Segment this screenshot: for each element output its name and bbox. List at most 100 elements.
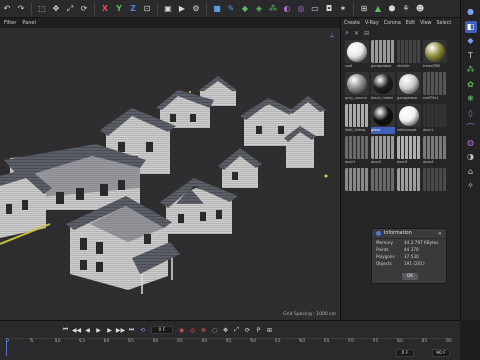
pos-key-icon[interactable]: ✥ [221, 326, 230, 335]
material-swatch[interactable]: shutter [397, 40, 421, 70]
pla-key-icon[interactable]: ⊞ [265, 326, 274, 335]
autokey-icon[interactable]: ◎ [188, 326, 197, 335]
close-icon[interactable]: × [438, 231, 442, 237]
grid-icon[interactable]: ⊞ [359, 3, 370, 14]
menu-panel[interactable]: Panel [22, 20, 36, 26]
field-icon[interactable]: ◎ [296, 3, 307, 14]
go-end-icon[interactable]: ⏭ [127, 326, 136, 335]
menu-select[interactable]: Select [436, 21, 451, 26]
next-key-icon[interactable]: ▶▶ [116, 326, 125, 335]
person-icon[interactable]: ☻ [415, 3, 426, 14]
coord-system-icon[interactable]: ⊡ [142, 3, 153, 14]
keyframe-icon[interactable]: ⊗ [199, 326, 208, 335]
material-swatch[interactable]: roofTile1 [423, 72, 447, 102]
material-swatch[interactable]: roof [345, 40, 369, 70]
axis-y-button[interactable]: Y [114, 3, 125, 14]
spline-icon[interactable]: ⁂ [465, 64, 477, 76]
menu-edit[interactable]: Edit [406, 21, 415, 26]
render-settings-icon[interactable]: ⚙ [191, 3, 202, 14]
prev-frame-icon[interactable]: ◀ [83, 326, 92, 335]
cube-outline-icon[interactable]: ◆ [465, 35, 477, 47]
material-swatch[interactable]: door2 [371, 136, 395, 166]
material-label: trees\PBS [423, 64, 441, 68]
move-icon[interactable]: ✥ [51, 3, 62, 14]
text-icon[interactable]: T [465, 50, 477, 62]
material-label: roofTile1 [423, 96, 439, 100]
end-frame-field[interactable]: 90 F [432, 349, 450, 357]
redo-icon[interactable]: ↷ [16, 3, 27, 14]
light-icon[interactable]: ✶ [338, 3, 349, 14]
material-swatch[interactable]: trees\PBS [423, 40, 447, 70]
go-start-icon[interactable]: ⏮ [61, 326, 70, 335]
menu-create[interactable]: Create [344, 21, 360, 26]
pen-icon[interactable]: ✎ [226, 3, 237, 14]
material-swatch[interactable]: door3 [397, 136, 421, 166]
bend-icon[interactable]: ⌒ [465, 122, 477, 134]
light-icon[interactable]: ✧ [465, 180, 477, 192]
arrow-icon[interactable]: ↗ [344, 30, 349, 37]
render-view-icon[interactable]: ▣ [163, 3, 174, 14]
cube-icon[interactable]: ◧ [464, 20, 477, 33]
loop-icon[interactable]: ⟲ [138, 326, 147, 335]
axis-z-button[interactable]: Z [128, 3, 139, 14]
python-icon[interactable]: ⚘ [401, 3, 412, 14]
ok-button[interactable]: OK [402, 273, 418, 280]
camera-icon[interactable]: ⌂ [465, 166, 477, 178]
material-swatch[interactable]: garagedoor [371, 40, 395, 70]
next-frame-icon[interactable]: ▶ [105, 326, 114, 335]
material-swatch[interactable]: door1 [423, 104, 447, 134]
param-key-icon[interactable]: P [254, 326, 263, 335]
menu-view[interactable]: View [420, 21, 431, 26]
field-icon[interactable]: ◍ [465, 137, 477, 149]
start-frame-field[interactable]: 0 F [396, 349, 414, 357]
frame-ruler[interactable]: 0 5 10 15 20 25 30 35 40 45 50 55 60 65 70 75 80 85 90 [6, 338, 454, 348]
prev-key-icon[interactable]: ◀◀ [72, 326, 81, 335]
sphere-icon[interactable]: ● [465, 6, 477, 18]
tag-icon[interactable]: ⬢ [387, 3, 398, 14]
material-swatch[interactable]: black_metal [371, 72, 395, 102]
cross-icon[interactable]: ✕ [354, 30, 359, 37]
scale-key-icon[interactable]: ⤢ [232, 326, 241, 335]
cube-icon[interactable]: ■ [212, 3, 223, 14]
material-swatch[interactable] [397, 168, 421, 198]
current-frame-field[interactable]: 0 F [151, 326, 173, 334]
rotate-icon[interactable]: ⟳ [79, 3, 90, 14]
material-swatch[interactable] [371, 168, 395, 198]
record-icon[interactable]: ◉ [177, 326, 186, 335]
deformer-icon[interactable]: ◊ [465, 108, 477, 120]
material-swatch[interactable]: garagedoor [397, 72, 421, 102]
menu-filter[interactable]: Filter [4, 20, 16, 26]
filter-icon[interactable]: ⊟ [364, 30, 369, 37]
generator-icon[interactable]: ❋ [465, 93, 477, 105]
menu-corona[interactable]: Corona [384, 21, 401, 26]
render-icon[interactable]: ▶ [177, 3, 188, 14]
undo-icon[interactable]: ↶ [2, 3, 13, 14]
sweep-icon[interactable]: ◆ [240, 3, 251, 14]
sky-icon[interactable]: ◑ [465, 151, 477, 163]
snap-icon[interactable]: ▲ [373, 3, 384, 14]
material-swatch[interactable]: door1 [345, 136, 369, 166]
material-swatch[interactable]: grey_concre [345, 72, 369, 102]
material-swatch[interactable]: glass [371, 104, 395, 134]
material-swatch[interactable]: whitewood [397, 104, 421, 134]
axis-x-button[interactable]: X [100, 3, 111, 14]
select-icon[interactable]: ⬚ [37, 3, 48, 14]
cloner-icon[interactable]: ✿ [465, 79, 477, 91]
3d-viewport[interactable]: ⟂ Grid Spacing : 1000 cm [0, 28, 340, 320]
floor-icon[interactable]: ▭ [310, 3, 321, 14]
info-value: 37 530 [404, 254, 419, 259]
play-icon[interactable]: ▶ [94, 326, 103, 335]
menu-vray[interactable]: V-Ray [365, 21, 379, 26]
material-swatch[interactable]: door4 [423, 136, 447, 166]
array-icon[interactable]: ⁂ [268, 3, 279, 14]
material-swatch[interactable] [423, 168, 447, 198]
camera-icon[interactable]: ◘ [324, 3, 335, 14]
key-selection-icon[interactable]: ◌ [210, 326, 219, 335]
material-swatch[interactable]: Wall_Siding [345, 104, 369, 134]
playhead[interactable] [6, 338, 7, 356]
rot-key-icon[interactable]: ⟳ [243, 326, 252, 335]
material-swatch[interactable] [345, 168, 369, 198]
scale-icon[interactable]: ⤢ [65, 3, 76, 14]
subdiv-icon[interactable]: ◈ [254, 3, 265, 14]
deform-icon[interactable]: ◐ [282, 3, 293, 14]
